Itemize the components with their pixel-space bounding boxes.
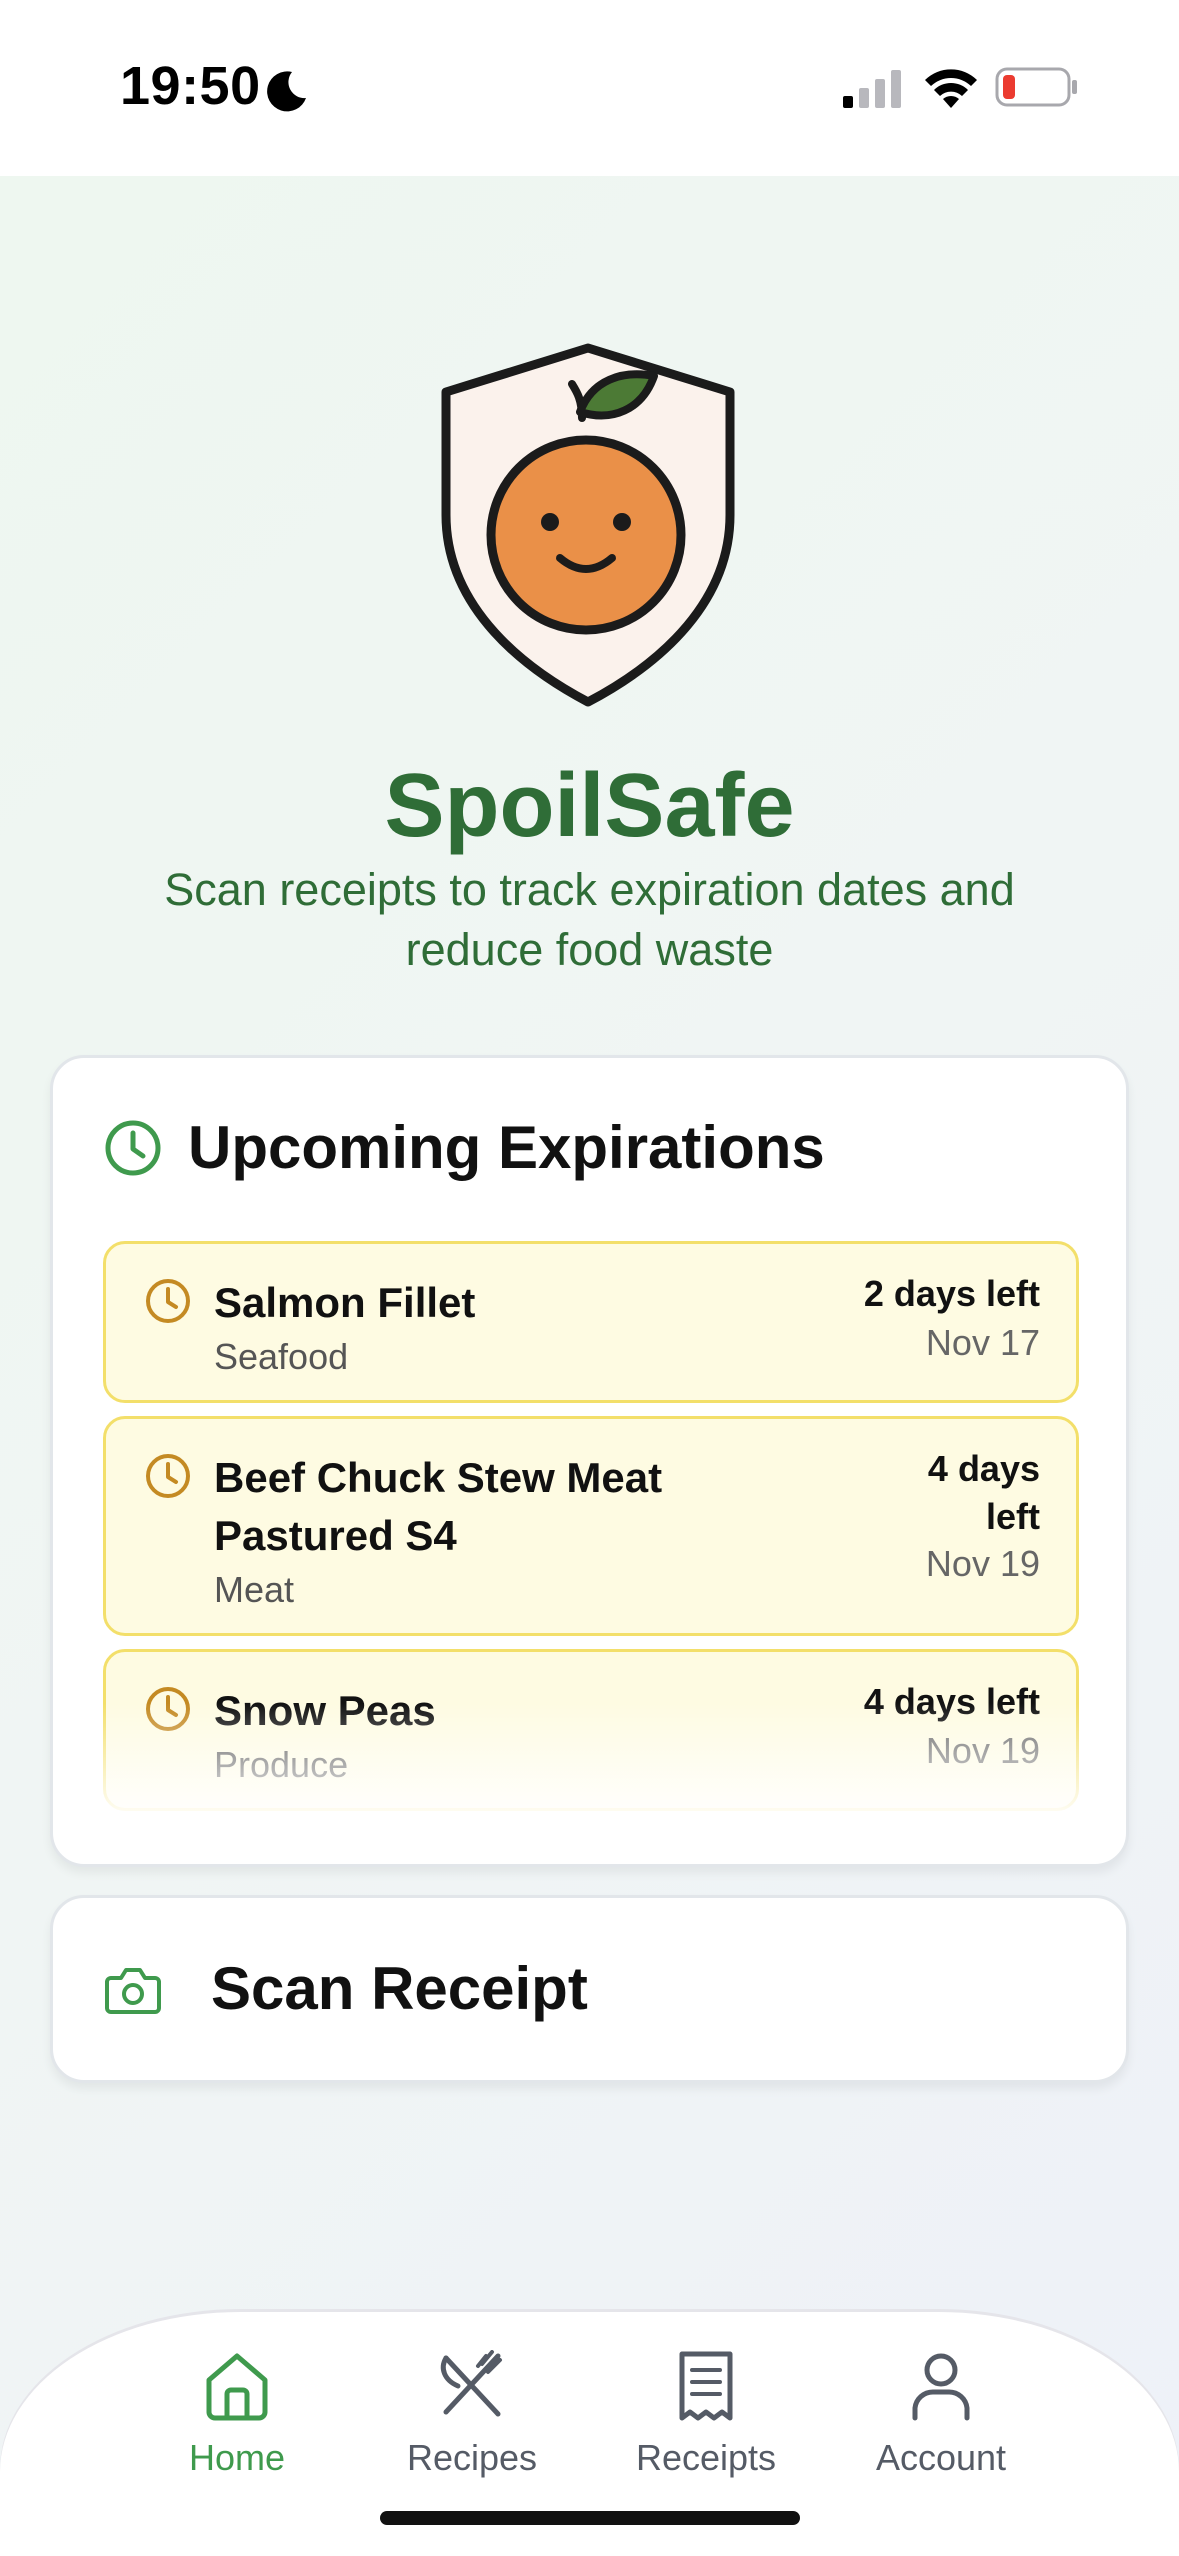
user-icon bbox=[912, 2353, 970, 2421]
spoilsafe-logo-icon bbox=[441, 343, 735, 707]
home-indicator[interactable] bbox=[380, 2511, 800, 2525]
item-name: Beef Chuck Stew Meat Pastured S4 bbox=[214, 1454, 663, 1559]
item-date: Nov 19 bbox=[925, 1543, 1040, 1584]
upcoming-expirations-card: Upcoming Expirations Salmon Fillet Seafo… bbox=[50, 1055, 1129, 1867]
cellular-signal-icon bbox=[843, 70, 901, 108]
item-category: Meat bbox=[214, 1569, 295, 1610]
tab-receipts-label: Receipts bbox=[635, 2437, 777, 2478]
clock-icon bbox=[146, 1687, 190, 1731]
tab-recipes[interactable]: Recipes bbox=[372, 2312, 572, 2492]
scan-receipt-button[interactable]: Scan Receipt bbox=[50, 1895, 1129, 2083]
scan-receipt-label: Scan Receipt bbox=[211, 1955, 588, 2022]
wifi-icon bbox=[925, 69, 977, 108]
tab-account[interactable]: Account bbox=[841, 2312, 1041, 2492]
tab-receipts[interactable]: Receipts bbox=[606, 2312, 806, 2492]
home-icon bbox=[206, 2353, 268, 2421]
expiration-item[interactable]: Salmon Fillet Seafood 2 days left Nov 17 bbox=[103, 1241, 1079, 1403]
clock-icon bbox=[105, 1120, 161, 1176]
receipt-icon bbox=[679, 2351, 733, 2421]
clock-icon bbox=[146, 1454, 190, 1498]
tab-account-label: Account bbox=[875, 2437, 1007, 2478]
clock-icon bbox=[146, 1279, 190, 1323]
expirations-list[interactable]: Salmon Fillet Seafood 2 days left Nov 17… bbox=[103, 1241, 1079, 1813]
item-category: Produce bbox=[214, 1744, 349, 1785]
item-days-left: 4 days left bbox=[863, 1681, 1040, 1722]
item-category: Seafood bbox=[214, 1336, 349, 1377]
item-name: Salmon Fillet bbox=[214, 1279, 476, 1326]
tab-home-label: Home bbox=[188, 2437, 286, 2478]
expiration-item[interactable]: Snow Peas Produce 4 days left Nov 19 bbox=[103, 1649, 1079, 1811]
app-title: SpoilSafe bbox=[384, 756, 795, 856]
item-days-left: 4 days left bbox=[927, 1448, 1040, 1537]
fork-knife-icon bbox=[440, 2350, 502, 2417]
item-name: Snow Peas bbox=[214, 1687, 436, 1734]
tab-home[interactable]: Home bbox=[137, 2312, 337, 2492]
item-date: Nov 19 bbox=[925, 1730, 1040, 1771]
tab-recipes-label: Recipes bbox=[406, 2437, 538, 2478]
moon-icon bbox=[267, 71, 306, 112]
battery-icon bbox=[995, 67, 1077, 107]
expirations-title: Upcoming Expirations bbox=[188, 1114, 825, 1181]
item-date: Nov 17 bbox=[925, 1322, 1040, 1363]
status-time: 19:50 bbox=[120, 56, 261, 116]
item-days-left: 2 days left bbox=[863, 1273, 1040, 1314]
expiration-item[interactable]: Beef Chuck Stew Meat Pastured S4 Meat 4 … bbox=[103, 1416, 1079, 1636]
status-bar: 19:50 bbox=[0, 0, 1179, 176]
app-subtitle: Scan receipts to track expiration dates … bbox=[164, 864, 1015, 975]
camera-icon bbox=[105, 1968, 161, 2014]
